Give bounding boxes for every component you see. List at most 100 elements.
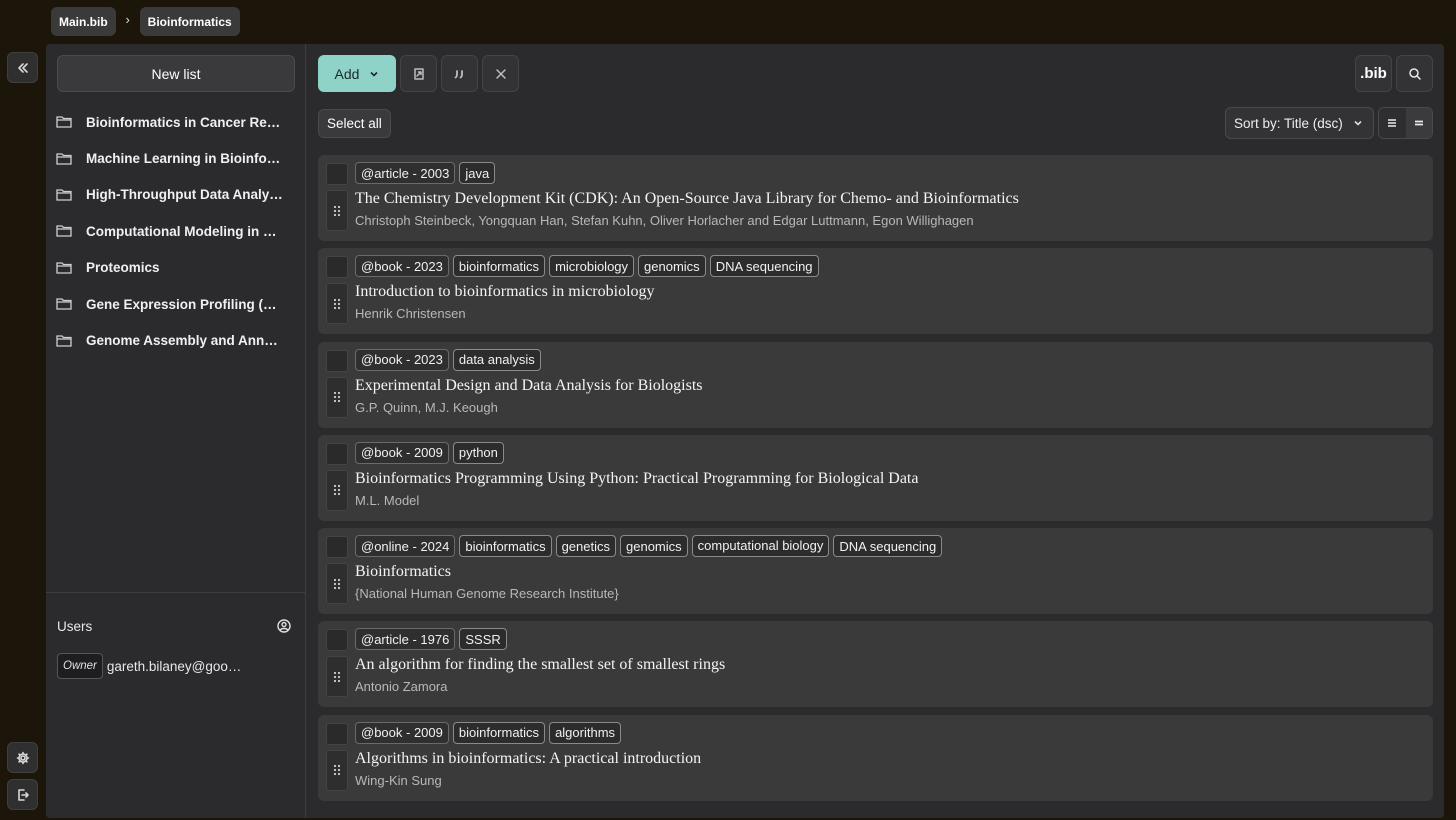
entry-checkbox[interactable]: [326, 349, 348, 372]
entry-checkbox[interactable]: [326, 722, 348, 745]
entry-card[interactable]: @online - 2024 bioinformatics genetics geno…: [318, 528, 1433, 615]
sidebar-list-item[interactable]: Genome Assembly and Annotation: [46, 322, 306, 358]
entry-tag[interactable]: DNA sequencing: [833, 535, 943, 558]
sidebar-list-item[interactable]: Machine Learning in Bioinformatics: [46, 140, 306, 176]
entry-title[interactable]: An algorithm for finding the smallest se…: [355, 656, 725, 674]
entry-type-badge: @article - 1976: [355, 628, 456, 651]
close-icon: [495, 68, 506, 79]
drag-handle-icon[interactable]: [326, 283, 348, 325]
entry-type-badge: @book - 2023: [355, 255, 449, 278]
sidebar-list-item[interactable]: Computational Modeling in Systems Biolog…: [46, 213, 306, 249]
entry-tag[interactable]: bioinformatics: [452, 721, 546, 744]
entry-checkbox[interactable]: [326, 629, 348, 652]
folder-icon: [56, 152, 74, 166]
sort-dropdown[interactable]: Sort by: Title (dsc): [1225, 107, 1374, 139]
entry-tags: @article - 1976 SSSR: [355, 628, 507, 651]
sidebar-list-label: Bioinformatics in Cancer Research: [86, 114, 284, 130]
entry-tag[interactable]: bioinformatics: [459, 535, 552, 558]
user-circle-icon[interactable]: [277, 619, 291, 633]
add-button[interactable]: Add: [318, 55, 396, 92]
user-row: Owner gareth.bilaney@google.com: [57, 653, 247, 679]
export-button[interactable]: [400, 55, 437, 92]
entry-tags: @book - 2009 python: [355, 441, 504, 464]
entry-title[interactable]: Algorithms in bioinformatics: A practica…: [355, 750, 701, 768]
folder-icon: [56, 188, 74, 202]
entry-authors: Wing-Kin Sung: [355, 772, 442, 788]
entry-tags: @online - 2024 bioinformatics genetics geno…: [355, 535, 943, 558]
entry-title[interactable]: Introduction to bioinformatics in microb…: [355, 283, 655, 301]
entry-type-badge: @book - 2023: [355, 348, 449, 371]
sidebar-list-label: Machine Learning in Bioinformatics: [86, 151, 284, 167]
folder-icon: [56, 261, 74, 275]
cite-button[interactable]: [441, 55, 478, 92]
breadcrumb-current[interactable]: Bioinformatics: [139, 7, 240, 36]
drag-handle-icon[interactable]: [326, 469, 348, 511]
list-collection: Bioinformatics in Cancer Research Machine…: [46, 104, 306, 359]
entry-card[interactable]: @article - 2003 java The Chemistry Develop…: [318, 155, 1433, 241]
entry-authors: G.P. Quinn, M.J. Keough: [355, 399, 498, 415]
collapse-sidebar-button[interactable]: [7, 52, 38, 83]
drag-handle-icon[interactable]: [326, 749, 348, 791]
drag-handle-icon[interactable]: [326, 376, 348, 418]
entry-card[interactable]: @book - 2023 data analysis Experimental De…: [318, 341, 1433, 428]
entry-title[interactable]: Bioinformatics Programming Using Python:…: [355, 470, 918, 488]
entry-tag[interactable]: algorithms: [549, 721, 622, 744]
role-badge: Owner: [57, 653, 103, 679]
sort-label: Sort by: Title (dsc): [1234, 115, 1343, 131]
search-button[interactable]: [1396, 55, 1433, 92]
entry-tag[interactable]: genomics: [620, 535, 688, 558]
clear-selection-button[interactable]: [482, 55, 519, 92]
entry-checkbox[interactable]: [326, 163, 348, 185]
export-icon: [413, 67, 424, 80]
entry-tag[interactable]: computational biology: [691, 535, 830, 558]
sidebar-list-item[interactable]: Gene Expression Profiling (RNA-Seq): [46, 286, 306, 322]
entry-tag[interactable]: data analysis: [452, 348, 541, 371]
entry-authors: Christoph Steinbeck, Yongquan Han, Stefa…: [355, 213, 974, 228]
entry-card[interactable]: @book - 2023 bioinformatics microbiology ge…: [318, 248, 1433, 335]
entry-tag[interactable]: microbiology: [549, 255, 635, 278]
folder-icon: [56, 334, 74, 348]
bib-button[interactable]: .bib: [1355, 55, 1392, 92]
entry-card[interactable]: @book - 2009 bioinformatics algorithms Algo…: [318, 714, 1433, 801]
entry-checkbox[interactable]: [326, 442, 348, 465]
entry-tags: @book - 2009 bioinformatics algorithms: [355, 721, 622, 744]
sidebar-list-label: Gene Expression Profiling (RNA-Seq): [86, 296, 284, 312]
entry-type-badge: @book - 2009: [355, 721, 449, 744]
entry-tag[interactable]: python: [452, 441, 504, 464]
entry-title[interactable]: Experimental Design and Data Analysis fo…: [355, 377, 703, 395]
sidebar-list-item[interactable]: High-Throughput Data Analysis: [46, 177, 306, 213]
entry-type-badge: @article - 2003: [355, 162, 456, 184]
entry-checkbox[interactable]: [326, 256, 348, 279]
compact-view-button[interactable]: [1405, 108, 1432, 138]
list-view-button[interactable]: [1379, 108, 1406, 138]
chevron-down-icon: [1354, 120, 1362, 126]
logout-icon: [17, 788, 29, 801]
entry-tag[interactable]: genetics: [555, 535, 616, 558]
new-list-button[interactable]: New list: [57, 55, 295, 92]
breadcrumb-root[interactable]: Main.bib: [51, 7, 116, 36]
entry-tags: @book - 2023 bioinformatics microbiology ge…: [355, 255, 819, 278]
folder-icon: [56, 115, 74, 129]
drag-handle-icon[interactable]: [326, 190, 348, 231]
select-all-button[interactable]: Select all: [318, 109, 391, 138]
list-icon: [1388, 119, 1397, 127]
sidebar-list-label: Computational Modeling in Systems Biolog…: [86, 223, 284, 239]
sidebar-list-item[interactable]: Proteomics: [46, 250, 306, 286]
settings-button[interactable]: [7, 742, 38, 773]
entry-tag[interactable]: SSSR: [459, 628, 507, 651]
sidebar-list-label: Proteomics: [86, 260, 160, 276]
entry-title[interactable]: The Chemistry Development Kit (CDK): An …: [355, 190, 1019, 208]
view-toggle: [1378, 107, 1433, 139]
entry-card[interactable]: @book - 2009 python Bioinformatics Program…: [318, 434, 1433, 521]
sidebar-list-item[interactable]: Bioinformatics in Cancer Research: [46, 104, 306, 140]
entry-tag[interactable]: java: [459, 162, 496, 184]
entry-card[interactable]: @article - 1976 SSSR An algorithm for find…: [318, 621, 1433, 708]
entry-title[interactable]: Bioinformatics: [355, 563, 451, 581]
entry-tag[interactable]: genomics: [638, 255, 706, 278]
entry-tag[interactable]: DNA sequencing: [709, 255, 819, 278]
logout-button[interactable]: [7, 779, 38, 810]
entry-tag[interactable]: bioinformatics: [452, 255, 546, 278]
drag-handle-icon[interactable]: [326, 563, 348, 605]
drag-handle-icon[interactable]: [326, 656, 348, 698]
entry-checkbox[interactable]: [326, 536, 348, 559]
